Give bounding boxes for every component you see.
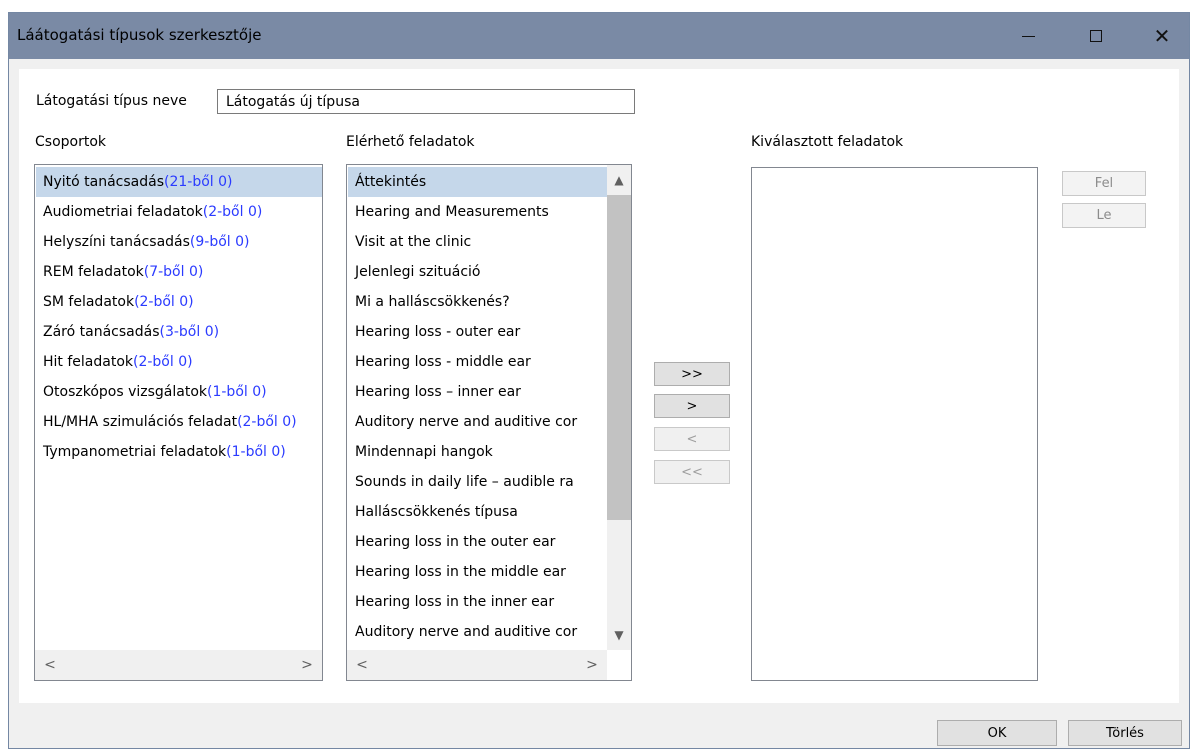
groups-horizontal-scrollbar[interactable]: < > [35, 650, 322, 680]
group-label: SM feladatok [43, 294, 135, 310]
available-vertical-scrollbar[interactable]: ▲ ▼ [607, 165, 631, 650]
close-icon: ✕ [1153, 24, 1171, 48]
group-count: (21-ből 0) [164, 174, 233, 190]
group-label: Hit feladatok [43, 354, 133, 370]
group-list-item[interactable]: REM feladatok(7-ből 0) [36, 257, 322, 287]
available-horizontal-scrollbar[interactable]: < > [347, 650, 607, 680]
group-label: Tympanometriai feladatok [43, 444, 227, 460]
minimize-button[interactable] [997, 13, 1059, 59]
group-label: Nyitó tanácsadás [43, 174, 165, 190]
group-list-item[interactable]: Helyszíni tanácsadás(9-ből 0) [36, 227, 322, 257]
vertical-scroll-thumb[interactable] [607, 195, 631, 520]
available-task-item[interactable]: Halláscsökkenés típusa [348, 497, 607, 527]
minimize-icon [1021, 35, 1035, 37]
available-task-item[interactable]: Mindennapi hangok [348, 437, 607, 467]
move-down-button[interactable]: Le [1062, 203, 1146, 228]
available-task-item[interactable]: Hearing and Measurements [348, 197, 607, 227]
available-task-item[interactable]: Sounds in daily life – audible ra [348, 467, 607, 497]
maximize-button[interactable] [1065, 13, 1127, 59]
scroll-right-icon[interactable]: > [292, 650, 322, 680]
group-count: (1-ből 0) [226, 444, 286, 460]
group-list-item[interactable]: Hit feladatok(2-ből 0) [36, 347, 322, 377]
window-title: Láátogatási típusok szerkesztője [17, 26, 262, 44]
remove-button[interactable]: < [654, 427, 730, 451]
available-task-item[interactable]: Hearing loss in the inner ear [348, 587, 607, 617]
name-label: Látogatási típus neve [36, 93, 187, 109]
group-count: (1-ből 0) [207, 384, 267, 400]
group-list-item[interactable]: Audiometriai feladatok(2-ből 0) [36, 197, 322, 227]
available-task-item[interactable]: Áttekintés [348, 167, 607, 197]
group-label: Záró tanácsadás [43, 324, 160, 340]
scroll-up-icon[interactable]: ▲ [607, 168, 631, 192]
available-task-item[interactable]: Hearing loss - outer ear [348, 317, 607, 347]
remove-all-button[interactable]: << [654, 460, 730, 484]
delete-button[interactable]: Törlés [1068, 720, 1182, 746]
available-tasks-header: Elérhető feladatok [346, 134, 475, 150]
available-task-item[interactable]: Auditory nerve and auditive cor [348, 407, 607, 437]
group-count: (9-ből 0) [189, 234, 250, 250]
groups-list-rows: Nyitó tanácsadás(21-ből 0) Audiometriai f… [36, 167, 322, 467]
scroll-down-icon[interactable]: ▼ [607, 623, 631, 647]
available-task-item[interactable]: Mi a halláscsökkenés? [348, 287, 607, 317]
available-task-item[interactable]: Hearing loss in the middle ear [348, 557, 607, 587]
group-list-item[interactable]: Nyitó tanácsadás(21-ből 0) [36, 167, 322, 197]
available-task-item[interactable]: Hearing loss - middle ear [348, 347, 607, 377]
add-button[interactable]: > [654, 394, 730, 418]
group-count: (2-ből 0) [202, 204, 263, 220]
group-list-item[interactable]: Otoszkópos vizsgálatok(1-ből 0) [36, 377, 322, 407]
ok-button[interactable]: OK [937, 720, 1057, 746]
dialog-window: Láátogatási típusok szerkesztője ✕ Látog… [8, 12, 1190, 749]
groups-list[interactable]: Nyitó tanácsadás(21-ből 0) Audiometriai f… [34, 164, 323, 681]
groups-header: Csoportok [35, 134, 107, 150]
title-bar[interactable]: Láátogatási típusok szerkesztője ✕ [9, 13, 1189, 59]
move-up-button[interactable]: Fel [1062, 171, 1146, 196]
close-button[interactable]: ✕ [1131, 13, 1190, 59]
group-count: (2-ből 0) [237, 414, 297, 430]
group-label: REM feladatok [43, 264, 144, 280]
group-count: (3-ből 0) [159, 324, 220, 340]
scroll-left-icon[interactable]: < [35, 650, 65, 680]
available-task-item[interactable]: Hearing loss in the outer ear [348, 527, 607, 557]
group-list-item[interactable]: SM feladatok(2-ből 0) [36, 287, 322, 317]
available-task-item[interactable]: Auditory nerve and auditive cor [348, 617, 607, 647]
visit-type-name-input[interactable] [217, 89, 635, 114]
available-task-item[interactable]: Jelenlegi szituáció [348, 257, 607, 287]
selected-tasks-list[interactable] [751, 167, 1038, 681]
add-all-button[interactable]: >> [654, 362, 730, 386]
available-task-item[interactable]: Visit at the clinic [348, 227, 607, 257]
group-count: (2-ből 0) [134, 294, 194, 310]
group-label: Audiometriai feladatok [43, 204, 203, 220]
group-list-item[interactable]: Tympanometriai feladatok(1-ből 0) [36, 437, 322, 467]
available-list-rows: Áttekintés Hearing and Measurements Visit … [348, 167, 607, 647]
group-count: (7-ből 0) [143, 264, 204, 280]
available-tasks-list[interactable]: Áttekintés Hearing and Measurements Visit … [346, 164, 632, 681]
group-count: (2-ből 0) [133, 354, 193, 370]
maximize-icon [1090, 30, 1102, 42]
group-list-item[interactable]: HL/MHA szimulációs feladat(2-ből 0) [36, 407, 322, 437]
available-task-item[interactable]: Hearing loss – inner ear [348, 377, 607, 407]
scroll-right-icon[interactable]: > [577, 650, 607, 680]
group-label: Otoszkópos vizsgálatok [43, 384, 208, 400]
group-list-item[interactable]: Záró tanácsadás(3-ből 0) [36, 317, 322, 347]
group-label: HL/MHA szimulációs feladat [43, 414, 238, 430]
selected-tasks-header: Kiválasztott feladatok [751, 134, 904, 150]
group-label: Helyszíni tanácsadás [43, 234, 190, 250]
scroll-left-icon[interactable]: < [347, 650, 377, 680]
